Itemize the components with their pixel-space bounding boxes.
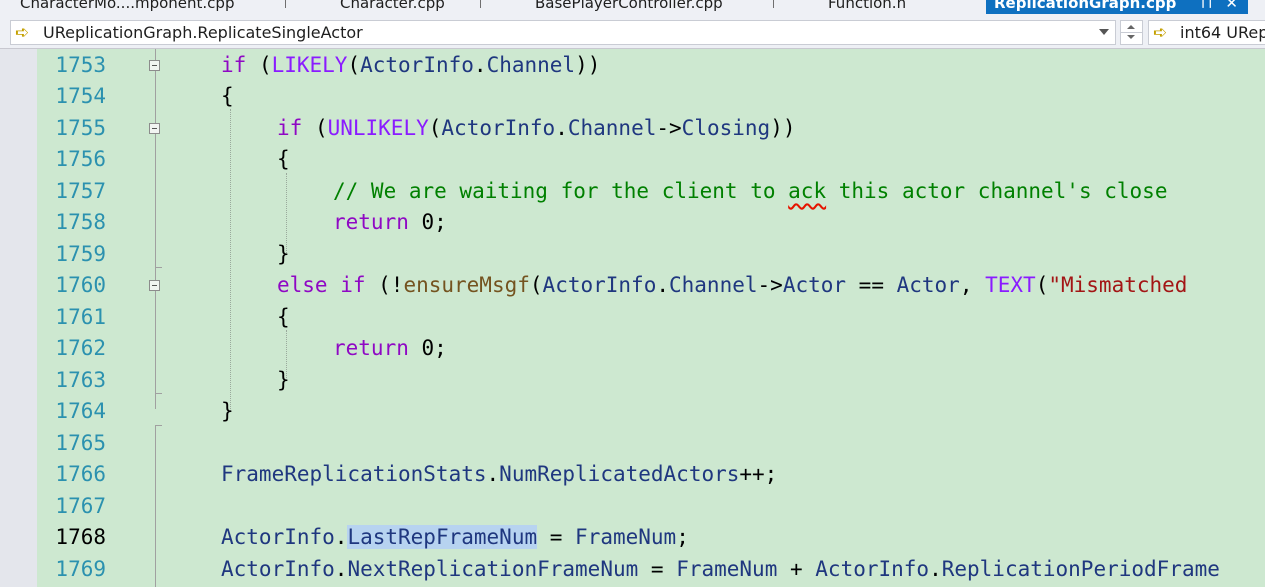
code-text: { xyxy=(277,305,290,329)
tab-label: ReplicationGraph.cpp xyxy=(994,0,1177,12)
line-number: 1766 xyxy=(55,462,106,486)
split-spinner[interactable] xyxy=(1120,20,1143,45)
code-text: { xyxy=(221,84,234,108)
code-line[interactable]: 1758 return 0; xyxy=(0,207,1265,238)
code-line[interactable]: 1769 ActorInfo.NextReplicationFrameNum =… xyxy=(0,554,1265,585)
line-number: 1763 xyxy=(55,368,106,392)
code-line[interactable]: 1767 xyxy=(0,491,1265,522)
code-line[interactable]: 1765 xyxy=(0,428,1265,459)
code-line[interactable]: 1753 if (LIKELY(ActorInfo.Channel)) xyxy=(0,50,1265,81)
code-text: if (UNLIKELY(ActorInfo.Channel->Closing)… xyxy=(277,116,796,140)
tab-strip: CharacterMo....mponent.cpp Character.cpp… xyxy=(0,0,1265,14)
line-number: 1757 xyxy=(55,179,106,203)
right-arrow-icon: ➪ xyxy=(15,23,30,43)
code-line[interactable]: 1764 } xyxy=(0,396,1265,427)
code-text: if (LIKELY(ActorInfo.Channel)) xyxy=(221,53,601,77)
code-text: } xyxy=(221,399,234,423)
code-line[interactable]: 1760 else if (!ensureMsgf(ActorInfo.Chan… xyxy=(0,270,1265,301)
tab-charactermovementcomponent[interactable]: CharacterMo....mponent.cpp xyxy=(20,0,234,14)
line-number: 1764 xyxy=(55,399,106,423)
line-number: 1765 xyxy=(55,431,106,455)
code-text: else if (!ensureMsgf(ActorInfo.Channel->… xyxy=(277,273,1188,297)
highlighted-symbol: LastRepFrameNum xyxy=(347,525,538,549)
tab-separator xyxy=(480,0,481,8)
code-line[interactable]: 1757 // We are waiting for the client to… xyxy=(0,176,1265,207)
line-number: 1767 xyxy=(55,494,106,518)
tab-replicationgraph[interactable]: ReplicationGraph.cpp ⊓ ✕ xyxy=(986,0,1248,14)
tab-separator xyxy=(285,0,286,8)
code-text: ActorInfo.LastRepFrameNum = FrameNum; xyxy=(221,525,689,549)
code-text: { xyxy=(277,147,290,171)
line-number: 1761 xyxy=(55,305,106,329)
member-dropdown[interactable]: ➪ int64 UReplicationGraph xyxy=(1148,20,1265,45)
chevron-up-icon[interactable] xyxy=(1127,25,1135,29)
tab-function-h[interactable]: Function.h xyxy=(828,0,906,14)
line-number: 1756 xyxy=(55,147,106,171)
line-number: 1758 xyxy=(55,210,106,234)
navigation-bar: ➪ UReplicationGraph.ReplicateSingleActor… xyxy=(0,14,1265,49)
line-number: 1769 xyxy=(55,557,106,581)
code-text: return 0; xyxy=(333,336,447,360)
code-text: return 0; xyxy=(333,210,447,234)
tab-separator xyxy=(773,0,774,8)
chevron-down-icon[interactable] xyxy=(1127,35,1135,39)
code-line[interactable]: 1756 { xyxy=(0,144,1265,175)
spinner-divider xyxy=(1121,32,1142,33)
code-line[interactable]: 1763 } xyxy=(0,365,1265,396)
code-line-current[interactable]: 1768 ActorInfo.LastRepFrameNum = FrameNu… xyxy=(0,522,1265,553)
line-number-current: 1768 xyxy=(55,525,106,549)
code-text: } xyxy=(277,242,290,266)
line-number: 1762 xyxy=(55,336,106,360)
tab-character[interactable]: Character.cpp xyxy=(340,0,445,14)
code-line[interactable]: 1759 } xyxy=(0,239,1265,270)
tab-baseplayercontroller[interactable]: BasePlayerController.cpp xyxy=(535,0,723,14)
line-number: 1754 xyxy=(55,84,106,108)
right-arrow-icon: ➪ xyxy=(1153,23,1168,43)
code-editor[interactable]: 1753 if (LIKELY(ActorInfo.Channel)) 1754… xyxy=(0,49,1265,587)
line-number: 1760 xyxy=(55,273,106,297)
code-line[interactable]: 1762 return 0; xyxy=(0,333,1265,364)
pin-icon[interactable]: ⊓ xyxy=(1201,0,1213,12)
close-icon[interactable]: ✕ xyxy=(1225,0,1238,12)
code-line[interactable]: 1755 if (UNLIKELY(ActorInfo.Channel->Clo… xyxy=(0,113,1265,144)
spelling-squiggle[interactable]: ack xyxy=(788,179,826,203)
code-text: FrameReplicationStats.NumReplicatedActor… xyxy=(221,462,778,486)
scope-dropdown[interactable]: ➪ UReplicationGraph.ReplicateSingleActor xyxy=(10,20,1116,45)
chevron-down-icon[interactable] xyxy=(1099,29,1109,35)
code-text: ActorInfo.NextReplicationFrameNum = Fram… xyxy=(221,557,1220,581)
line-number: 1753 xyxy=(55,53,106,77)
scope-text: UReplicationGraph.ReplicateSingleActor xyxy=(43,23,363,42)
member-text: int64 UReplicationGraph xyxy=(1180,23,1265,42)
code-text: } xyxy=(277,368,290,392)
code-line[interactable]: 1761 { xyxy=(0,302,1265,333)
code-line[interactable]: 1754 { xyxy=(0,81,1265,112)
line-number: 1759 xyxy=(55,242,106,266)
comment-text: // We are waiting for the client to ack … xyxy=(333,179,1168,203)
code-line[interactable]: 1766 FrameReplicationStats.NumReplicated… xyxy=(0,459,1265,490)
line-number: 1755 xyxy=(55,116,106,140)
